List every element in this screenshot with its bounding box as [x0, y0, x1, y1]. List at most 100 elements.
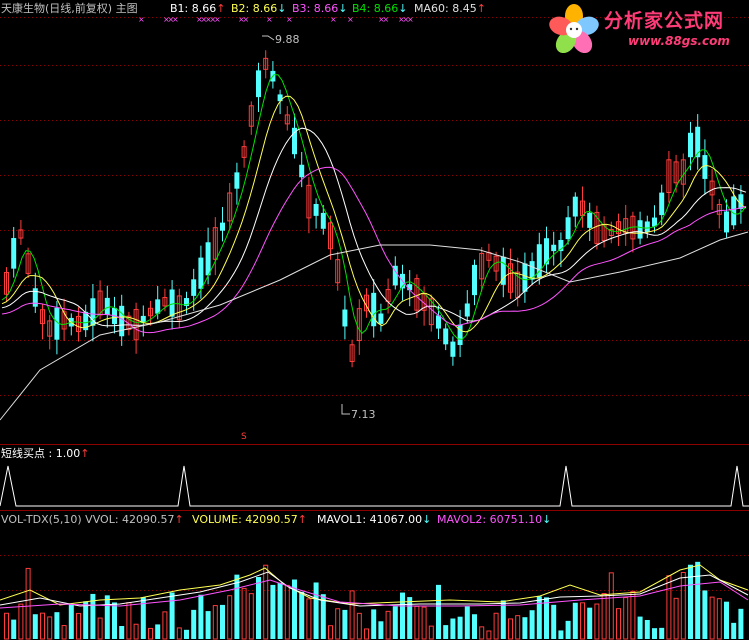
volume-bar-down: [68, 603, 74, 639]
candle-body-down: [256, 70, 261, 98]
volume-bar-up: [133, 623, 139, 640]
volume-bar-up: [666, 575, 672, 640]
candle-body-down: [572, 196, 578, 217]
candle-body-down: [464, 303, 470, 317]
logo-title: 分析家公式网: [604, 10, 725, 32]
volume-bar-down: [522, 617, 528, 639]
volume-bar-down: [205, 611, 211, 639]
volume-bar-up: [673, 597, 679, 640]
volume-vvol-label: VOL-TDX(5,10) VVOL: 42090.57: [1, 513, 175, 526]
volume-bar-up: [385, 610, 391, 640]
low-price-label: 7.13: [351, 408, 376, 421]
candle-body-down: [292, 127, 297, 155]
candle-body-down: [443, 328, 449, 345]
signal-mark: ×: [286, 15, 293, 24]
volume-bar-down: [119, 625, 125, 639]
volume-bar-down: [256, 577, 261, 639]
candle-body-down: [472, 264, 477, 296]
volume-bar-down: [371, 609, 377, 639]
volume-bar-down: [407, 597, 413, 639]
volume-volume-label: VOLUME: 42090.57: [192, 513, 298, 526]
volume-bar-up: [61, 625, 67, 640]
volume-bar-up: [349, 590, 355, 640]
volume-bar-down: [400, 592, 405, 639]
candle-body-down: [119, 305, 125, 337]
signal-mark: ×: [383, 15, 390, 24]
volume-bar-down: [551, 604, 557, 639]
volume-bar-up: [486, 630, 492, 640]
volume-bar-up: [241, 587, 247, 640]
volume-bar-up: [421, 606, 427, 640]
flower-logo-icon: [549, 4, 599, 54]
volume-mavol1-arrow: ↓: [422, 513, 432, 526]
volume-bar-up: [76, 612, 81, 640]
volume-bar-up: [248, 593, 254, 640]
candle-body-down: [522, 263, 528, 292]
volume-bar-down: [500, 600, 506, 639]
candle-body-down: [565, 217, 571, 240]
indicator-b4-label: B4: 8.66: [352, 2, 399, 15]
volume-bar-down: [112, 602, 117, 639]
volume-bar-up: [680, 571, 686, 640]
indicator-b4-arrow: ↓: [398, 2, 408, 15]
volume-bar-up: [306, 598, 312, 640]
volume-bar-up: [493, 612, 499, 640]
indicator-b3-label: B3: 8.66: [292, 2, 339, 15]
volume-bar-up: [601, 593, 607, 640]
volume-ma-lines: [0, 564, 749, 609]
volume-bar-up: [40, 612, 45, 640]
candle-body-down: [637, 220, 643, 239]
volume-bar-up: [594, 603, 600, 640]
volume-panel-vvol: VOL-TDX(5,10) VVOL: 42090.57↑: [1, 513, 184, 527]
volume-bar-down: [83, 601, 89, 639]
volume-bar-up: [479, 626, 485, 640]
mavol-line-1: [0, 571, 749, 607]
main-panel-title: 天康生物(日线,前复权) 主图: [1, 2, 138, 15]
volume-bar-up: [4, 612, 9, 640]
volume-bar-down: [659, 627, 665, 639]
volume-bars[interactable]: [4, 561, 744, 640]
main-panel-header: 天康生物(日线,前复权) 主图: [1, 2, 138, 16]
stock-chart[interactable]: × ××× ××××× ×× × × × × ×× ×××: [0, 0, 749, 640]
indicator-b3-arrow: ↓: [338, 2, 348, 15]
volume-bar-down: [450, 618, 456, 639]
volume-bar-up: [212, 605, 218, 640]
candle-body-down: [724, 211, 729, 233]
volume-bar-up: [608, 572, 614, 640]
signal-mark: ×: [347, 15, 354, 24]
volume-bar-down: [277, 582, 283, 639]
signal-panel-header: 短线买点 : 1.00↑: [1, 447, 89, 461]
signal-mark: ×: [138, 15, 145, 24]
candle-body-down: [191, 279, 197, 296]
volume-bar-down: [695, 561, 701, 639]
high-pointer: [262, 35, 275, 41]
candle-body-down: [731, 196, 737, 226]
mavol-line-volume: [0, 564, 749, 606]
volume-mavol1-label: MAVOL1: 41067.00: [317, 513, 423, 526]
candle-body-down: [313, 203, 319, 216]
candlesticks[interactable]: [4, 50, 744, 368]
high-price-label: 9.88: [275, 33, 300, 46]
candle-body-down: [688, 132, 693, 158]
indicator-b4: B4: 8.66↓: [352, 2, 407, 16]
volume-bar-down: [731, 622, 737, 639]
volume-bar-up: [148, 627, 153, 640]
signal-panel-title: 短线买点 : 1.00: [1, 447, 81, 460]
volume-mavol2-arrow: ↓: [542, 513, 552, 526]
signal-mark: ×: [407, 15, 414, 24]
candle-body-down: [320, 212, 326, 229]
volume-bar-up: [284, 584, 290, 640]
s-marker: S: [241, 432, 247, 442]
candle-body-down: [11, 238, 17, 269]
volume-bar-down: [169, 592, 175, 639]
volume-bar-down: [544, 597, 549, 639]
volume-bar-down: [299, 591, 305, 639]
volume-bar-down: [436, 584, 441, 639]
candle-body-down: [277, 94, 283, 102]
site-logo: 分析家公式网 www.88gs.com: [548, 2, 748, 58]
signal-mark: ×: [214, 15, 221, 24]
volume-bar-down: [54, 612, 60, 639]
price-annotations: [262, 35, 350, 415]
volume-bar-up: [508, 618, 513, 640]
volume-bar-down: [738, 608, 744, 639]
